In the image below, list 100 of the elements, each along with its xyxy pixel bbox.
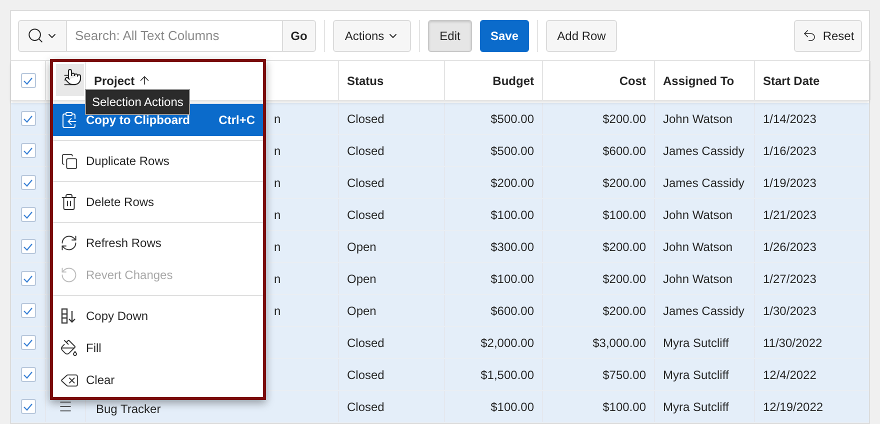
search-field[interactable]: Search: All Text Columns (67, 20, 282, 52)
table-cell-text: $200.00 (602, 110, 646, 128)
table-cell-text: $200.00 (490, 174, 534, 192)
table-cell-text: $600.00 (490, 302, 534, 320)
table-cell-text: James Cassidy (663, 174, 744, 192)
checkbox[interactable] (20, 175, 36, 190)
checkbox[interactable] (20, 335, 36, 350)
checkmark-icon (23, 242, 33, 250)
table-cell-text: 1/27/2023 (763, 270, 816, 288)
checkmark-icon (23, 274, 33, 282)
checkbox[interactable] (20, 73, 36, 88)
table-cell-text: Open (347, 238, 376, 256)
column-header[interactable]: Status (347, 72, 384, 90)
table-cell-text: James Cassidy (663, 142, 744, 160)
checkbox[interactable] (20, 367, 36, 382)
table-cell-text: 1/30/2023 (763, 302, 816, 320)
table-cell-text: Open (347, 302, 376, 320)
column-header[interactable]: Assigned To (663, 72, 734, 90)
copy-down-icon (60, 307, 78, 325)
table-row[interactable]: Bug Tracker Closed $100.00 $100.00 Myra Sutcliff 12/19/2022 (11, 391, 869, 423)
checkmark-icon (23, 178, 33, 186)
reset-button[interactable]: Reset (794, 20, 862, 52)
table-cell-text: $300.00 (490, 238, 534, 256)
table-cell-text: n (274, 238, 281, 256)
checkbox[interactable] (20, 399, 36, 414)
checkbox[interactable] (20, 303, 36, 318)
checkmark-icon (23, 338, 33, 346)
undo-icon (60, 266, 78, 284)
table-cell-text: Myra Sutcliff (663, 398, 729, 416)
table-cell-text: 1/19/2023 (763, 174, 816, 192)
table-cell-text: John Watson (663, 270, 733, 288)
search-options-button[interactable] (18, 20, 67, 52)
table-cell-text: n (274, 270, 281, 288)
table-cell-text: $100.00 (490, 398, 534, 416)
table-cell-text: 12/19/2022 (763, 398, 824, 416)
table-cell-text: $100.00 (602, 206, 646, 224)
edit-button[interactable]: Edit (428, 20, 472, 52)
table-cell-text: n (274, 174, 281, 192)
checkbox[interactable] (20, 239, 36, 254)
column-header[interactable]: Cost (619, 72, 646, 90)
table-cell-text: Closed (347, 398, 384, 416)
reset-icon (802, 28, 817, 43)
table-cell-text: Closed (347, 206, 384, 224)
table-cell-text: $200.00 (602, 270, 646, 288)
checkmark-icon (23, 114, 33, 122)
refresh-icon (60, 234, 78, 252)
table-cell-text: $2,000.00 (480, 334, 534, 352)
actions-button[interactable]: Actions (333, 20, 411, 52)
search-icon (27, 27, 44, 44)
table-cell-text: Closed (347, 366, 384, 384)
table-cell-text: $600.00 (602, 142, 646, 160)
checkmark-icon (23, 210, 33, 218)
row-actions-icon[interactable] (58, 399, 73, 414)
paint-bucket-icon (60, 339, 78, 357)
checkbox[interactable] (20, 207, 36, 222)
table-cell-text: $100.00 (490, 270, 534, 288)
table-cell-text: $100.00 (490, 206, 534, 224)
checkmark-icon (23, 146, 33, 154)
table-cell-text: n (274, 302, 281, 320)
checkmark-icon (23, 76, 33, 84)
column-header[interactable]: Project (94, 72, 135, 90)
go-button[interactable]: Go (282, 20, 316, 52)
hand-cursor-icon (64, 68, 82, 86)
table-cell-text: $200.00 (602, 174, 646, 192)
table-cell-text: 11/30/2022 (763, 334, 822, 352)
table-cell-text: n (274, 142, 281, 160)
add-row-button[interactable]: Add Row (546, 20, 617, 52)
table-cell-text: $750.00 (602, 366, 646, 384)
sort-ascending-icon (138, 74, 151, 87)
table-cell-text: n (274, 206, 281, 224)
column-header[interactable]: Start Date (763, 72, 820, 90)
checkbox[interactable] (20, 271, 36, 286)
table-cell-text: Closed (347, 174, 384, 192)
table-cell-text: Myra Sutcliff (663, 366, 729, 384)
table-cell-text: John Watson (663, 206, 733, 224)
duplicate-icon (60, 152, 78, 170)
table-cell-text: $200.00 (602, 302, 646, 320)
table-cell-text: n (274, 110, 281, 128)
menu-icon (62, 72, 78, 88)
table-cell-text: Closed (347, 110, 384, 128)
table-cell-text: $100.00 (602, 398, 646, 416)
table-cell-text: Open (347, 270, 376, 288)
clipboard-icon (60, 111, 78, 129)
table-cell-text: Closed (347, 142, 384, 160)
table-cell-text: $200.00 (602, 238, 646, 256)
checkmark-icon (23, 402, 33, 410)
trash-icon (60, 193, 78, 211)
table-cell-text: John Watson (663, 238, 733, 256)
checkbox[interactable] (20, 143, 36, 158)
checkmark-icon (23, 370, 33, 378)
save-button[interactable]: Save (480, 20, 529, 52)
checkbox[interactable] (20, 111, 36, 126)
table-cell-text: 1/21/2023 (763, 206, 816, 224)
column-header[interactable]: Budget (492, 72, 534, 90)
table-cell-text: John Watson (663, 110, 733, 128)
shortcut-text: Ctrl+C (218, 112, 255, 129)
table-cell-text: $500.00 (490, 142, 534, 160)
table-cell-text: $1,500.00 (480, 366, 534, 384)
table-cell-text: James Cassidy (663, 302, 744, 320)
table-cell-text: Bug Tracker (96, 401, 161, 418)
